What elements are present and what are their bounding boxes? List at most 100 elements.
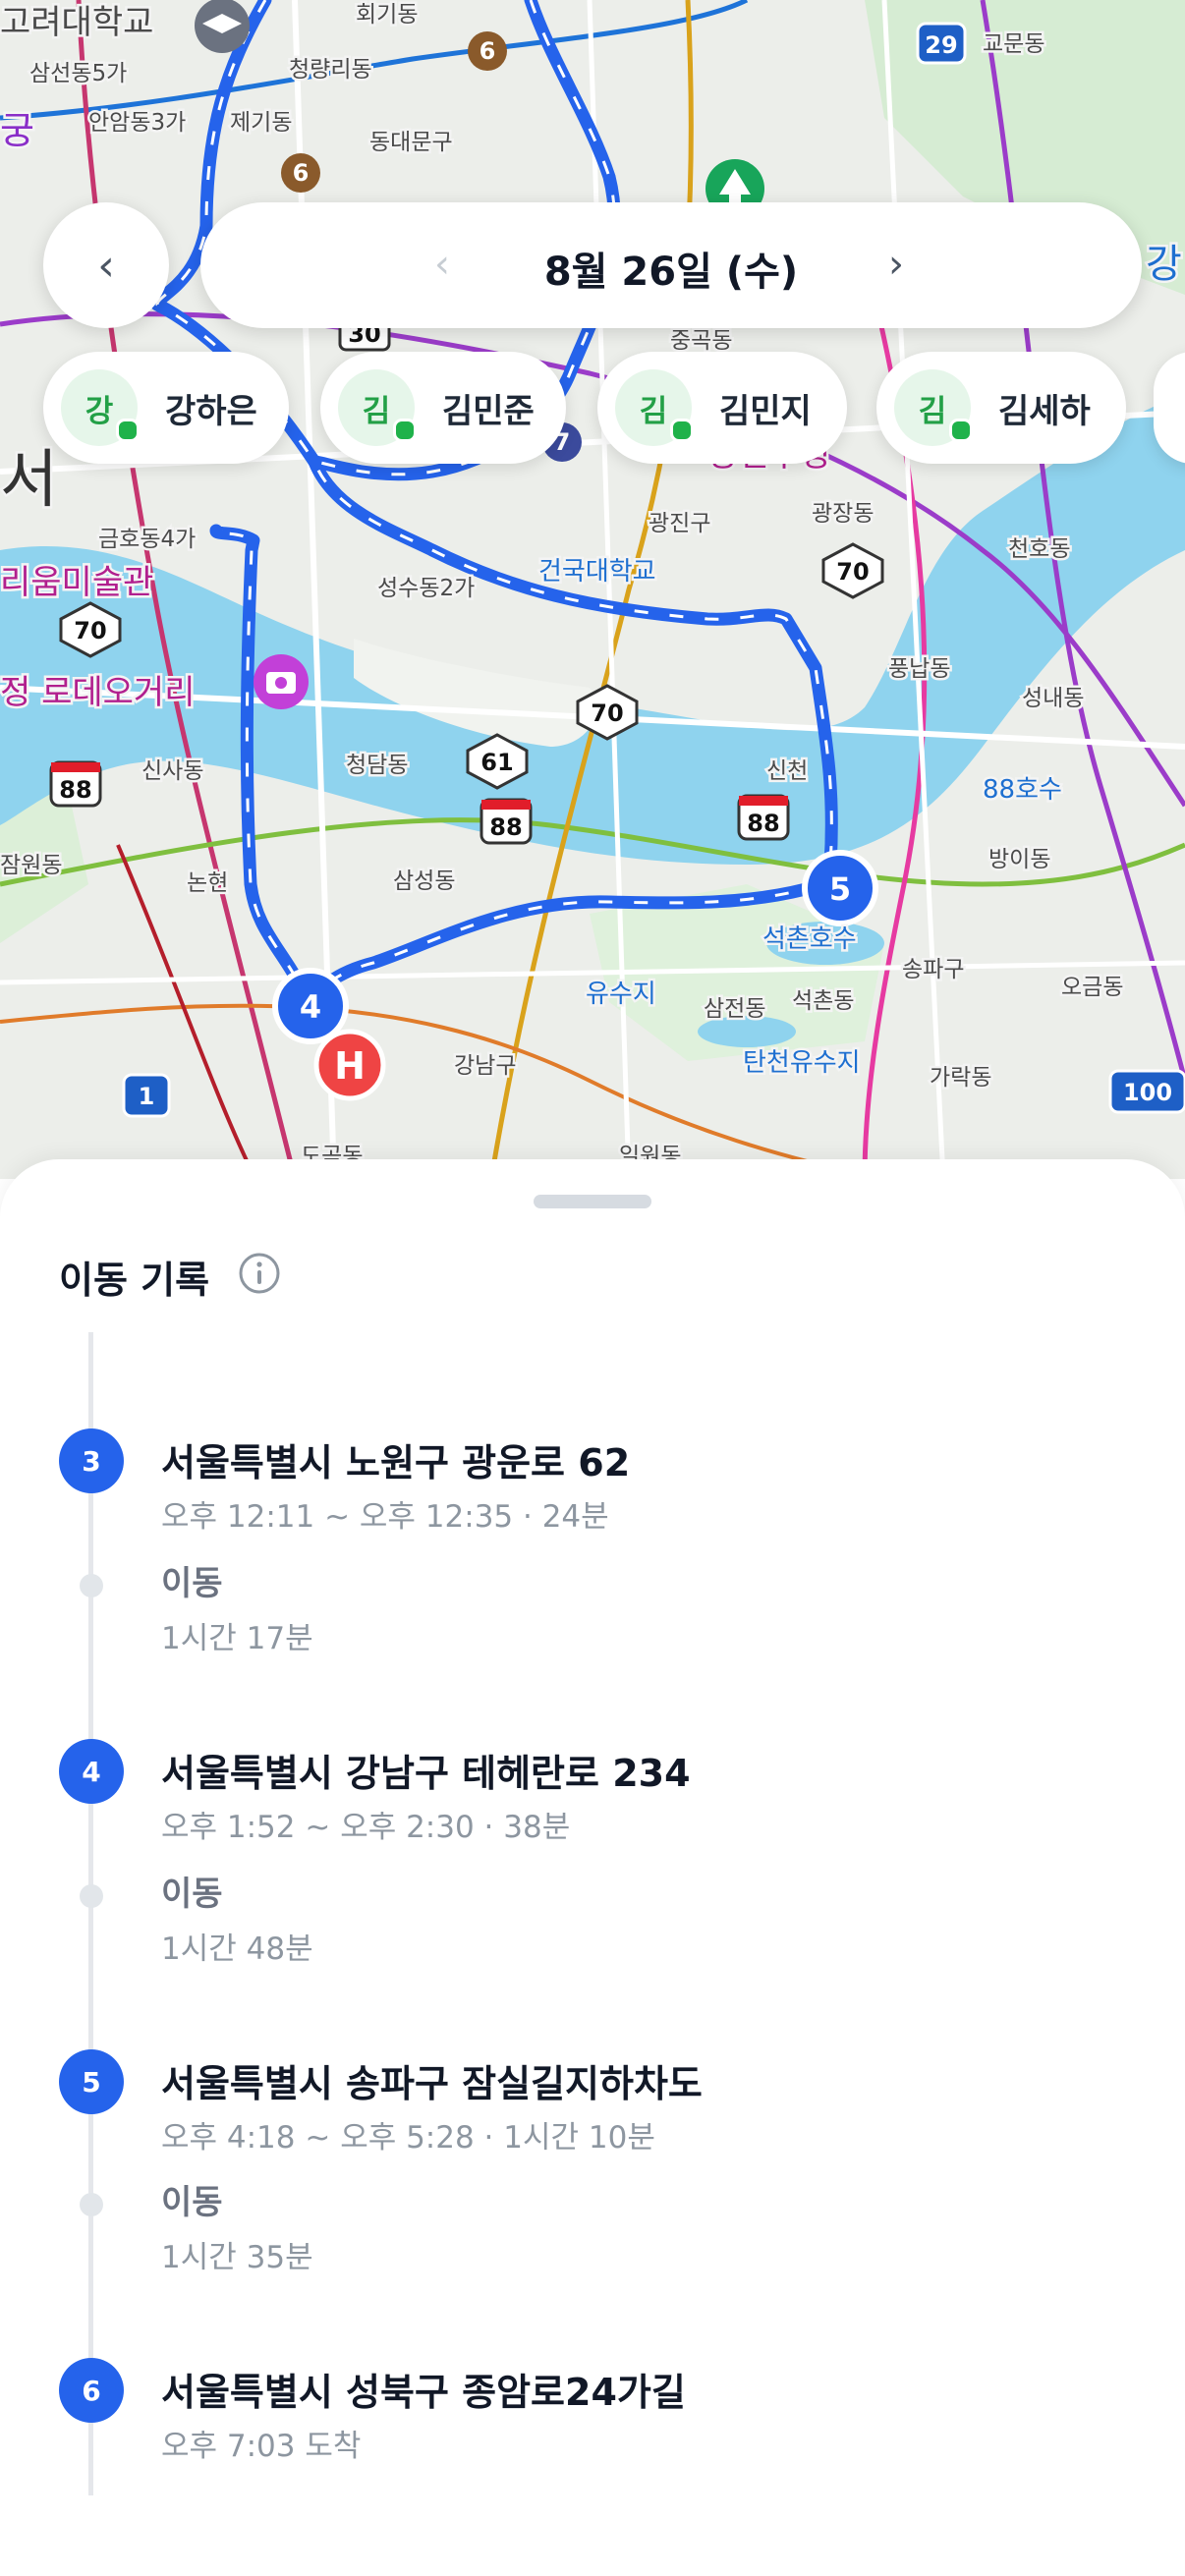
stop-time: 오후 4:18 ~ 오후 5:28 · 1시간 10분: [161, 2120, 655, 2156]
move-label: 이동: [161, 2183, 223, 2222]
svg-text:61: 61: [480, 749, 513, 776]
svg-text:방이동: 방이동: [988, 847, 1050, 872]
svg-text:고려대학교: 고려대학교: [0, 3, 153, 42]
svg-text:성수동2가: 성수동2가: [377, 576, 475, 601]
avatar: 김: [894, 369, 973, 446]
svg-text:4: 4: [300, 988, 321, 1026]
svg-text:6: 6: [293, 159, 310, 187]
map-canvas[interactable]: 4 5 H 70 70 70 61 88 88 88 29 6 6 30 1 1…: [0, 0, 1185, 1179]
svg-text:리움미술관: 리움미술관: [0, 563, 153, 602]
svg-text:동대문구: 동대문구: [369, 130, 453, 155]
svg-text:논현: 논현: [187, 870, 228, 896]
move-duration: 1시간 17분: [161, 1621, 313, 1656]
svg-text:석촌동: 석촌동: [792, 988, 854, 1014]
avatar: 김: [338, 369, 417, 446]
svg-text:천호동: 천호동: [1008, 536, 1070, 562]
camera-icon: [254, 654, 309, 709]
svg-text:잠원동: 잠원동: [0, 853, 62, 878]
sheet-title: 이동 기록: [59, 1259, 210, 1302]
svg-text:강남구: 강남구: [454, 1053, 516, 1079]
timeline-move: 이동 1시간 17분: [59, 1556, 1120, 1656]
svg-text:서: 서: [0, 444, 58, 517]
stop-address: 서울특별시 성북구 종암로24가길: [161, 2371, 686, 2414]
stop-time: 오후 1:52 ~ 오후 2:30 · 38분: [161, 1810, 571, 1845]
route-marker-5[interactable]: 5: [802, 850, 878, 926]
stop-number-badge: 4: [59, 1739, 124, 1804]
svg-text:제기동: 제기동: [230, 110, 292, 136]
online-status-dot: [116, 419, 140, 442]
move-label: 이동: [161, 1875, 223, 1914]
online-status-dot: [949, 419, 973, 442]
svg-text:100: 100: [1123, 1079, 1172, 1106]
member-chip[interactable]: 강 강하은: [43, 352, 289, 464]
timeline-stop[interactable]: 5 서울특별시 송파구 잠실길지하차도 오후 4:18 ~ 오후 5:28 · …: [59, 2049, 1120, 2157]
svg-text:88호수: 88호수: [983, 775, 1062, 805]
svg-text:1: 1: [139, 1083, 155, 1110]
stop-number-badge: 6: [59, 2358, 124, 2423]
svg-text:5: 5: [829, 870, 851, 908]
stop-time: 오후 7:03 도착: [161, 2429, 362, 2464]
svg-text:70: 70: [836, 558, 869, 586]
member-name: 김세하: [998, 391, 1091, 431]
school-icon: [195, 0, 250, 53]
timeline-stop[interactable]: 3 서울특별시 노원구 광운로 62 오후 12:11 ~ 오후 12:35 ·…: [59, 1428, 1120, 1537]
svg-text:신사동: 신사동: [141, 758, 203, 784]
drag-handle[interactable]: [534, 1195, 651, 1208]
svg-text:궁: 궁: [0, 109, 34, 152]
svg-text:강: 강: [1146, 242, 1182, 287]
timeline-move: 이동 1시간 35분: [59, 2175, 1120, 2275]
date-label[interactable]: 8월 26일 (수): [200, 240, 1142, 297]
route-marker-4[interactable]: 4: [272, 968, 349, 1044]
svg-text:H: H: [334, 1044, 366, 1088]
svg-text:청량리동: 청량리동: [289, 57, 372, 83]
member-name: 김민준: [442, 391, 535, 431]
date-selector: ‹ 8월 26일 (수) ›: [200, 202, 1142, 328]
svg-text:교문동: 교문동: [983, 31, 1044, 57]
online-status-dot: [670, 419, 694, 442]
timeline-stop[interactable]: 6 서울특별시 성북구 종암로24가길 오후 7:03 도착: [59, 2358, 1120, 2466]
svg-text:70: 70: [74, 617, 106, 644]
avatar: 김: [615, 369, 694, 446]
svg-text:안암동3가: 안암동3가: [88, 110, 186, 136]
svg-text:건국대학교: 건국대학교: [538, 557, 656, 587]
svg-text:중곡동: 중곡동: [670, 328, 732, 354]
movement-history-sheet: 이동 기록 3 서울특별시 노원구 광운로 62 오후 12:11 ~ 오후 1…: [0, 1159, 1185, 2576]
move-duration: 1시간 48분: [161, 1932, 313, 1967]
svg-text:88: 88: [747, 810, 779, 837]
svg-text:29: 29: [925, 31, 957, 59]
svg-text:광진구: 광진구: [649, 511, 710, 536]
chevron-left-icon: ‹: [97, 240, 115, 291]
next-date-button[interactable]: ›: [888, 242, 904, 287]
avatar: 강: [61, 369, 140, 446]
online-status-dot: [393, 419, 417, 442]
member-chip[interactable]: 김 김세하: [876, 352, 1126, 464]
svg-text:가락동: 가락동: [930, 1065, 991, 1091]
svg-text:금호동4가: 금호동4가: [98, 527, 196, 552]
svg-text:88: 88: [489, 813, 522, 841]
back-button[interactable]: ‹: [43, 202, 169, 328]
timeline-stop[interactable]: 4 서울특별시 강남구 테헤란로 234 오후 1:52 ~ 오후 2:30 ·…: [59, 1739, 1120, 1847]
stop-time: 오후 12:11 ~ 오후 12:35 · 24분: [161, 1499, 609, 1535]
timeline-move: 이동 1시간 48분: [59, 1867, 1120, 1967]
svg-text:신천: 신천: [766, 758, 808, 784]
member-name: 김민지: [719, 391, 812, 431]
stop-address: 서울특별시 송파구 잠실길지하차도: [161, 2062, 703, 2105]
move-duration: 1시간 35분: [161, 2240, 313, 2275]
svg-text:성내동: 성내동: [1022, 686, 1084, 711]
info-icon[interactable]: [238, 1252, 281, 1295]
svg-text:회기동: 회기동: [356, 2, 418, 28]
svg-text:삼성동: 삼성동: [393, 868, 455, 894]
move-dot: [80, 2193, 103, 2216]
svg-text:정 로데오거리: 정 로데오거리: [0, 673, 196, 712]
stop-number-badge: 3: [59, 1428, 124, 1493]
member-chip[interactable]: 김 김민준: [320, 352, 566, 464]
svg-text:6: 6: [480, 37, 496, 65]
svg-text:광장동: 광장동: [812, 501, 874, 527]
svg-text:삼전동: 삼전동: [704, 996, 765, 1022]
move-label: 이동: [161, 1564, 223, 1603]
map-view[interactable]: 4 5 H 70 70 70 61 88 88 88 29 6 6 30 1 1…: [0, 0, 1185, 1179]
svg-text:70: 70: [591, 700, 623, 727]
stop-address: 서울특별시 노원구 광운로 62: [161, 1441, 631, 1484]
move-dot: [80, 1884, 103, 1908]
member-chip[interactable]: 김 김민지: [597, 352, 847, 464]
